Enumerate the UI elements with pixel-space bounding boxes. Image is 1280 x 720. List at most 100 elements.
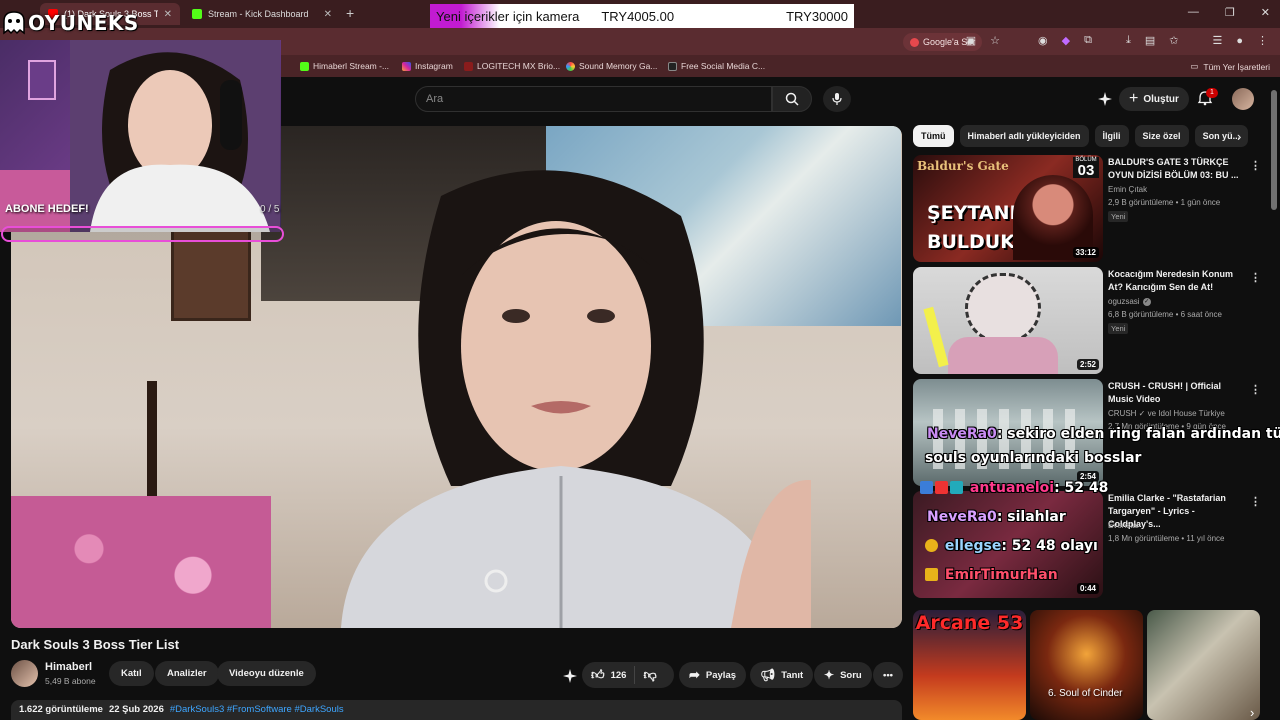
bookmark-label: Himaberl Stream -... (313, 61, 390, 71)
bookmark-instagram[interactable]: Instagram (402, 61, 453, 71)
star-icon[interactable]: ☆ (990, 34, 1000, 47)
sidebar-icon[interactable]: ▤ (1145, 34, 1155, 47)
bookmark-label: LOGITECH MX Brio... (477, 61, 561, 71)
sub-goal-progress-bar (1, 226, 284, 242)
download-icon[interactable]: ⤓ (1126, 34, 1131, 47)
close-icon[interactable]: ✕ (164, 9, 172, 20)
chat-username: NeveRa0 (927, 426, 997, 442)
minimize-icon[interactable]: — (1188, 6, 1199, 19)
video-thumbnail[interactable]: Baldur's Gate BÖLÜM 03 ŞEYTANI BULDUK 33… (913, 155, 1103, 262)
reading-list-icon[interactable]: ☰ (1212, 34, 1222, 47)
like-button[interactable]: 👍︎ 126 (582, 666, 636, 684)
chip-from-uploader[interactable]: Himaberl adlı yükleyiciden (959, 125, 1089, 147)
more-vertical-icon[interactable]: ⋮ (1250, 495, 1261, 508)
subscriber-count: 5,49 B abone (45, 676, 96, 686)
video-title[interactable]: Kocacığım Neredesin Konum At? Karıcığım … (1108, 268, 1243, 294)
chat-text: : silahlar (996, 509, 1066, 525)
bookmark-himaberl-stream[interactable]: Himaberl Stream -... (300, 61, 389, 71)
upload-date: 22 Şub 2026 (108, 704, 164, 715)
channel-name[interactable]: oguzsasi ✓ (1108, 297, 1151, 306)
sparkle-icon: ✦ (824, 668, 835, 682)
profile-icon[interactable]: ● (1236, 35, 1243, 47)
puzzle-icon[interactable]: ⧉ (1084, 34, 1092, 47)
video-title[interactable]: CRUSH - CRUSH! | Official Music Video (1108, 380, 1243, 406)
sparkle-icon[interactable] (1097, 91, 1113, 107)
chip-related[interactable]: İlgili (1094, 125, 1129, 147)
goal-text: Yeni içerikler için kamera (430, 4, 586, 28)
create-label: Oluştur (1143, 93, 1179, 105)
bookmark-label: Sound Memory Ga... (579, 61, 658, 71)
more-vertical-icon[interactable]: ⋮ (1250, 383, 1261, 396)
logo-text: OYUNEKS (28, 11, 139, 35)
search-input[interactable]: Ara (415, 86, 772, 112)
goal-current: TRY4005.00 (601, 8, 675, 24)
channel-name[interactable]: CRUSH ✓ ve Idol House Türkiye (1108, 409, 1225, 418)
description-box[interactable]: 1.622 görüntüleme 22 Şub 2026 #DarkSouls… (11, 700, 902, 720)
analytics-button[interactable]: Analizler (155, 661, 219, 686)
more-vertical-icon[interactable]: ⋮ (1250, 159, 1261, 172)
channel-name[interactable]: Emin Çıtak (1108, 185, 1147, 194)
extension-purple-icon[interactable]: ◆ (1062, 34, 1070, 47)
hashtags[interactable]: #DarkSouls3 #FromSoftware #DarkSouls (170, 704, 344, 716)
tab-kick-dashboard[interactable]: Stream - Kick Dashboard ✕ (184, 3, 340, 25)
sparkle-icon[interactable] (562, 668, 578, 684)
channel-logo: OYUNEKS (0, 6, 140, 40)
recommended-video[interactable]: 2:52 Kocacığım Neredesin Konum At? Karıc… (913, 267, 1268, 374)
extension-icon[interactable]: ◉ (1038, 34, 1048, 47)
channel-name[interactable]: Himaberl (45, 661, 92, 673)
thumbs-up-icon: 👍︎ (591, 667, 605, 682)
all-bookmarks[interactable]: ▭ Tüm Yer İşaretleri (1190, 61, 1270, 72)
ask-button[interactable]: ✦ Soru (814, 662, 872, 688)
like-dislike-group: 👍︎ 126 👎︎ (582, 662, 674, 688)
menu-icon[interactable]: ⋮ (1257, 34, 1268, 47)
episode-badge: BÖLÜM 03 (1073, 157, 1099, 178)
favorites-icon[interactable]: ✩ (1169, 34, 1178, 47)
short-video-card[interactable] (1147, 610, 1260, 720)
chip-all[interactable]: Tümü (913, 125, 954, 147)
recommended-video[interactable]: Baldur's Gate BÖLÜM 03 ŞEYTANI BULDUK 33… (913, 155, 1268, 262)
social-media-icon (668, 61, 677, 71)
bookmark-logitech[interactable]: LOGITECH MX Brio... (464, 61, 560, 71)
share-button[interactable]: ➦ Paylaş (679, 662, 747, 688)
short-video-card[interactable]: 6. Soul of Cinder (1030, 610, 1143, 720)
dislike-button[interactable]: 👎︎ (635, 667, 656, 683)
chat-text: : 52 48 (1054, 480, 1109, 496)
logitech-icon (464, 61, 473, 71)
channel-avatar[interactable] (11, 660, 38, 687)
bookmark-free-social-media[interactable]: Free Social Media C... (668, 61, 765, 71)
search-button[interactable] (772, 86, 812, 112)
edit-video-button[interactable]: Videoyu düzenle (217, 661, 316, 686)
channel-name[interactable]: Evenstar (1108, 521, 1140, 530)
more-actions-button[interactable]: ••• (873, 662, 903, 688)
create-button[interactable]: + Oluştur (1119, 87, 1189, 111)
chat-message: ellegse: 52 48 olayı (925, 538, 1098, 554)
video-thumbnail[interactable]: 2:52 (913, 267, 1103, 374)
promote-button[interactable]: 📢︎ Tanıt (750, 662, 814, 688)
microphone-icon (832, 93, 842, 105)
new-tab-plus-icon[interactable]: + (346, 5, 354, 21)
screenshot-icon[interactable]: ▣ (966, 34, 976, 47)
search-placeholder: Ara (426, 93, 444, 105)
video-title: Dark Souls 3 Boss Tier List (11, 637, 180, 652)
verified-icon: ✓ (1142, 297, 1151, 306)
short-video-card[interactable]: Arcane 53 (913, 610, 1026, 720)
voice-search-button[interactable] (823, 86, 851, 112)
video-title[interactable]: BALDUR'S GATE 3 TÜRKÇE OYUN DİZİSİ BÖLÜM… (1108, 156, 1243, 182)
bookmark-sound-memory[interactable]: Sound Memory Ga... (566, 61, 657, 71)
search-icon (785, 92, 799, 106)
ghost-logo-icon (3, 11, 25, 35)
more-vertical-icon[interactable]: ⋮ (1250, 271, 1261, 284)
account-avatar[interactable] (1232, 88, 1254, 110)
like-count: 126 (610, 669, 627, 681)
close-window-icon[interactable]: ✕ (1261, 6, 1270, 19)
close-icon[interactable]: ✕ (324, 9, 332, 20)
related-filter-chips: Tümü Himaberl adlı yükleyiciden İlgili S… (913, 125, 1258, 147)
chip-for-you[interactable]: Size özel (1134, 125, 1189, 147)
chevron-right-icon[interactable]: › (1237, 129, 1241, 144)
page-scrollbar[interactable] (1271, 90, 1277, 210)
chevron-right-icon[interactable]: › (1250, 705, 1254, 720)
join-button[interactable]: Katıl (109, 661, 154, 686)
chat-text: souls oyunlarındaki bosslar (925, 450, 1142, 466)
maximize-icon[interactable]: ❐ (1225, 6, 1235, 19)
notification-count-badge: 1 (1206, 88, 1218, 98)
